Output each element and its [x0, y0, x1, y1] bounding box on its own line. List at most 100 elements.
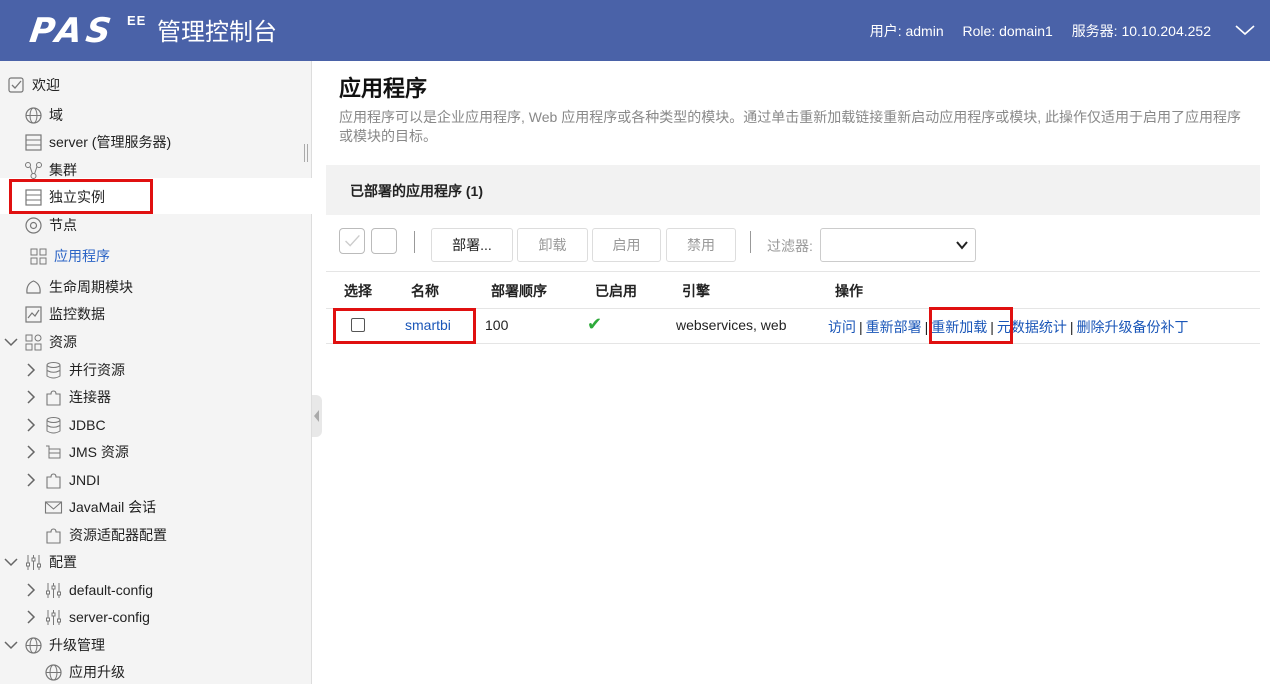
sidebar-item-label: 应用升级 [69, 664, 125, 680]
col-enabled: 已启用 [595, 283, 637, 299]
sidebar-item-label: 资源 [49, 334, 77, 350]
sidebar-item-label: 域 [49, 107, 63, 123]
sidebar-item-label: JavaMail 会话 [69, 499, 157, 515]
select-all-checkbox[interactable] [339, 228, 365, 254]
apps-grid-icon [29, 247, 48, 266]
checkbox-icon [7, 76, 26, 95]
sidebar-item-nodes[interactable]: 节点 [24, 213, 77, 237]
chevron-right-icon[interactable] [24, 445, 38, 459]
filter-label: 过滤器: [767, 238, 813, 254]
sidebar-item-connectors[interactable]: 连接器 [24, 385, 111, 409]
sidebar-item-lifecycle-modules[interactable]: 生命周期模块 [24, 275, 133, 299]
puzzle-icon [44, 471, 63, 490]
deploy-order: 100 [485, 317, 509, 333]
chevron-right-icon[interactable] [24, 473, 38, 487]
globe-icon [24, 106, 43, 125]
action-visit-link[interactable]: 访问 [828, 319, 856, 335]
panel-header: 已部署的应用程序 (1) [326, 165, 1260, 215]
puzzle-icon [44, 388, 63, 407]
highlight-box-row [333, 308, 476, 344]
sidebar-item-label: server (管理服务器) [49, 134, 172, 150]
sidebar-item-server[interactable]: server (管理服务器) [24, 130, 171, 154]
undeploy-button[interactable]: 卸载 [517, 228, 588, 262]
col-order: 部署顺序 [491, 283, 547, 299]
table-header [326, 271, 1260, 309]
page-description: 应用程序可以是企业应用程序, Web 应用程序或各种类型的模块。通过单击重新加载… [339, 109, 1241, 144]
deselect-all-checkbox[interactable] [371, 228, 397, 254]
sidebar-item-resources[interactable]: 资源 [4, 330, 77, 354]
sliders-icon [44, 581, 63, 600]
sidebar-item-app-upgrade[interactable]: 应用升级 [44, 660, 125, 684]
sidebar-item-label: 监控数据 [49, 306, 105, 322]
sidebar-item-jndi[interactable]: JNDI [24, 468, 100, 492]
filter-select[interactable] [820, 228, 976, 262]
sidebar-item-server-config[interactable]: server-config [24, 605, 150, 629]
sidebar-item-label: 应用程序 [54, 248, 110, 264]
chevron-right-icon[interactable] [24, 610, 38, 624]
sidebar-item-jms-resources[interactable]: JMS 资源 [24, 440, 129, 464]
sidebar-item-applications[interactable]: 应用程序 [29, 244, 110, 268]
engine-value: webservices, web [676, 317, 787, 333]
database-icon [44, 416, 63, 435]
chevron-down-icon[interactable] [4, 335, 18, 349]
sidebar-item-jdbc[interactable]: JDBC [24, 413, 106, 437]
sidebar-item-label: 节点 [49, 217, 77, 233]
sidebar-item-default-config[interactable]: default-config [24, 578, 153, 602]
disable-button[interactable]: 禁用 [666, 228, 736, 262]
chevron-right-icon[interactable] [24, 390, 38, 404]
action-delete-backup-link[interactable]: 删除升级备份补丁 [1077, 319, 1189, 335]
sidebar-item-label: 集群 [49, 162, 77, 178]
sidebar-item-domain[interactable]: 域 [24, 103, 63, 127]
sidebar-item-label: JDBC [69, 417, 106, 433]
enable-button[interactable]: 启用 [592, 228, 661, 262]
deploy-button[interactable]: 部署... [431, 228, 513, 262]
sidebar-item-label: 并行资源 [69, 362, 125, 378]
enabled-check-icon: ✔ [587, 314, 603, 334]
console-title: 管理控制台 [157, 18, 277, 46]
puzzle-icon [44, 526, 63, 545]
sidebar-item-upgrade-management[interactable]: 升级管理 [4, 633, 105, 657]
sidebar-item-welcome[interactable]: 欢迎 [7, 73, 60, 97]
sidebar-item-label: 配置 [49, 554, 77, 570]
sidebar-item-label: JMS 资源 [69, 444, 129, 460]
user-label: 用户: admin [869, 23, 944, 39]
server-label: 服务器: 10.10.204.252 [1071, 23, 1211, 39]
mail-icon [44, 498, 63, 517]
chevron-down-icon[interactable] [1234, 22, 1256, 38]
sidebar-item-label: 升级管理 [49, 637, 105, 653]
action-redeploy-link[interactable]: 重新部署 [866, 319, 922, 335]
cluster-icon [24, 161, 43, 180]
resources-icon [24, 333, 43, 352]
chevron-right-icon[interactable] [24, 363, 38, 377]
chevron-right-icon[interactable] [24, 418, 38, 432]
col-engine: 引擎 [682, 283, 710, 299]
sidebar-item-resource-adapter-configs[interactable]: 资源适配器配置 [44, 523, 167, 547]
node-icon [24, 216, 43, 235]
chevron-down-icon[interactable] [4, 555, 18, 569]
col-actions: 操作 [835, 283, 863, 299]
sidebar-item-javamail-sessions[interactable]: JavaMail 会话 [44, 495, 156, 519]
toolbar-divider [750, 231, 751, 253]
monitor-chart-icon [24, 305, 43, 324]
col-select: 选择 [344, 283, 372, 299]
lifecycle-icon [24, 278, 43, 297]
sidebar-item-label: JNDI [69, 472, 101, 488]
chevron-down-icon [956, 241, 968, 250]
globe-icon [44, 663, 63, 682]
chevron-right-icon[interactable] [24, 583, 38, 597]
sidebar-item-label: 欢迎 [32, 77, 60, 93]
sidebar-collapse-toggle[interactable] [312, 395, 322, 437]
page-title: 应用程序 [339, 77, 428, 102]
sidebar-item-label: default-config [69, 582, 154, 598]
toolbar-divider [414, 231, 415, 253]
sidebar-item-configurations[interactable]: 配置 [4, 550, 77, 574]
sidebar-item-label: server-config [69, 609, 150, 625]
role-label: Role: domain1 [962, 23, 1053, 39]
highlight-box-reload [929, 307, 1013, 344]
col-name: 名称 [411, 283, 439, 299]
chevron-down-icon[interactable] [4, 638, 18, 652]
header-info: 用户: admin Role: domain1 服务器: 10.10.204.2… [855, 22, 1211, 40]
sidebar-item-monitoring-data[interactable]: 监控数据 [24, 302, 105, 326]
sidebar-item-concurrent-resources[interactable]: 并行资源 [24, 358, 125, 382]
sidebar-resize-handle[interactable] [304, 144, 308, 162]
